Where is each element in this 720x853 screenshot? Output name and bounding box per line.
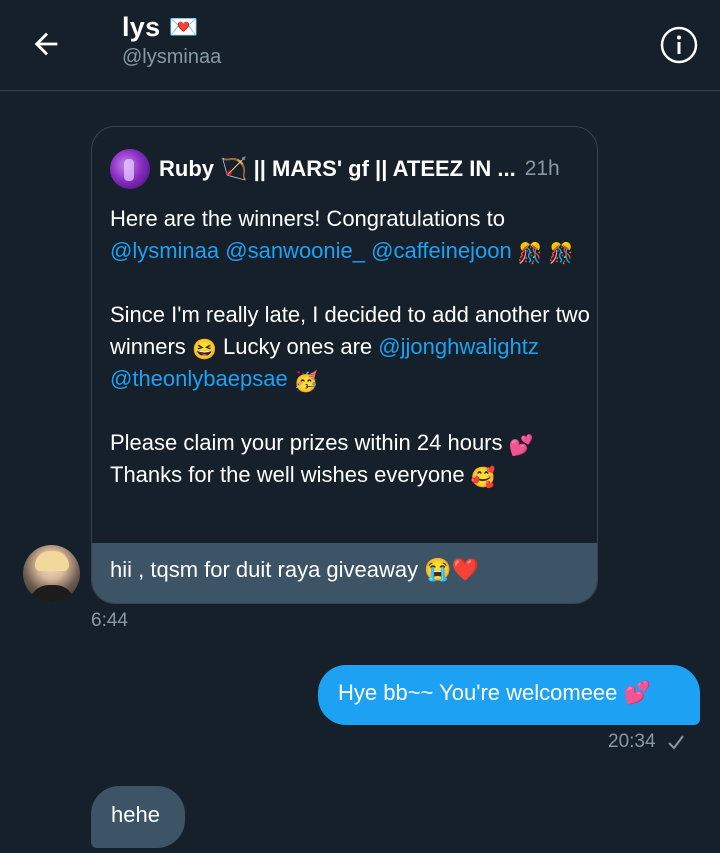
message-text: hehe (111, 802, 160, 827)
avatar-body (29, 585, 75, 602)
message-status: 20:34 (608, 731, 686, 753)
paragraph-text: Please claim your prizes within 24 hours (110, 430, 503, 455)
mentions[interactable]: @lysminaa @sanwoonie_ @caffeinejoon (110, 238, 512, 263)
conversation-header: lys 💌 @lysminaa (0, 0, 720, 91)
info-button[interactable] (658, 24, 700, 66)
laughing-emoji: 😆 (191, 339, 217, 361)
paragraph-text: Lucky ones are (222, 334, 373, 359)
quoted-author-avatar (110, 149, 150, 189)
message-bubble-incoming[interactable]: hehe (91, 786, 185, 848)
quoted-paragraph-3: Please claim your prizes within 24 hours… (110, 427, 590, 491)
contact-name-row[interactable]: lys 💌 (122, 12, 198, 43)
arrow-left-icon (34, 32, 58, 56)
quoted-tweet-header: Ruby 🏹 || MARS' gf || ATEEZ IN ... 21h (110, 149, 560, 189)
party-face-emoji: 🥳 (293, 371, 319, 393)
message-timestamp: 6:44 (91, 610, 128, 631)
smiling-hearts-emoji: 🥰 (470, 467, 496, 489)
confetti-emoji: 🎊 (517, 243, 543, 265)
confetti-emoji: 🎊 (548, 243, 574, 265)
avatar-hair (35, 551, 69, 571)
quoted-tweet-card[interactable]: Ruby 🏹 || MARS' gf || ATEEZ IN ... 21h H… (91, 126, 598, 604)
avatar[interactable] (23, 545, 80, 602)
contact-name: lys (122, 12, 161, 42)
quoted-author-name: Ruby 🏹 || MARS' gf || ATEEZ IN ... (159, 156, 516, 181)
paragraph-text: Thanks for the well wishes everyone (110, 462, 465, 487)
message-text: Hye bb~~ You're welcomeee 💕 (338, 680, 651, 705)
quoted-tweet-time: 21h (524, 157, 560, 180)
message-bubble-outgoing[interactable]: Hye bb~~ You're welcomeee 💕 (318, 665, 700, 725)
message-timestamp: 20:34 (608, 731, 656, 752)
info-circle-icon (660, 26, 698, 64)
quoted-tweet-body: Here are the winners! Congratulations to… (110, 203, 590, 491)
two-hearts-emoji: 💕 (508, 435, 534, 457)
message-bubble-incoming[interactable]: hii , tqsm for duit raya giveaway 😭❤️ (92, 543, 597, 603)
checkmark-icon (667, 735, 684, 750)
quoted-paragraph-2: Since I'm really late, I decided to add … (110, 299, 590, 395)
quoted-paragraph-1: Here are the winners! Congratulations to… (110, 203, 590, 267)
paragraph-text: Here are the winners! Congratulations to (110, 206, 505, 231)
message-text: hii , tqsm for duit raya giveaway 😭❤️ (110, 557, 480, 582)
love-letter-emoji: 💌 (168, 13, 199, 41)
back-button[interactable] (20, 22, 72, 66)
contact-handle: @lysminaa (122, 46, 222, 68)
